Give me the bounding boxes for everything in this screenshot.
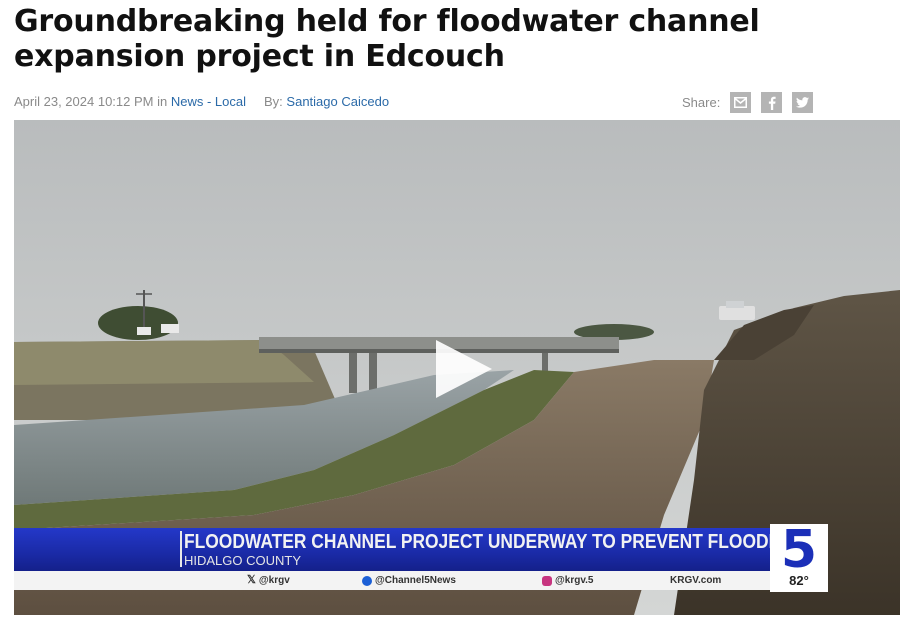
social-instagram-handle: @krgv.5 xyxy=(555,575,594,586)
lower-third-divider xyxy=(180,531,182,567)
author-link[interactable]: Santiago Caicedo xyxy=(286,94,389,109)
social-facebook-handle: @Channel5News xyxy=(375,575,456,586)
category-link[interactable]: News - Local xyxy=(171,94,246,109)
video-player[interactable]: FLOODWATER CHANNEL PROJECT UNDERWAY TO P… xyxy=(14,120,900,615)
article-title: Groundbreaking held for floodwater chann… xyxy=(14,4,760,74)
social-x: 𝕏 @krgv xyxy=(247,573,290,588)
twitter-share-button[interactable] xyxy=(792,92,814,113)
website-text: KRGV.com xyxy=(670,575,722,586)
instagram-icon xyxy=(542,575,552,586)
social-instagram: @krgv.5 xyxy=(542,573,593,588)
article-meta: April 23, 2024 10:12 PM in News - Local B… xyxy=(14,94,389,109)
facebook-icon xyxy=(362,575,372,586)
email-share-button[interactable] xyxy=(730,92,752,113)
twitter-icon xyxy=(796,97,810,108)
publish-date: April 23, 2024 10:12 PM xyxy=(14,94,154,109)
facebook-share-button[interactable] xyxy=(761,92,783,113)
share-label: Share: xyxy=(682,95,721,110)
temperature-readout: 82° xyxy=(770,571,828,590)
play-icon[interactable] xyxy=(434,338,494,400)
lower-third-location: HIDALGO COUNTY xyxy=(184,553,302,568)
social-website: KRGV.com xyxy=(670,573,721,588)
social-x-handle: @krgv xyxy=(258,575,290,586)
facebook-icon xyxy=(768,96,776,110)
share-bar: Share: xyxy=(682,92,814,113)
email-icon xyxy=(734,97,748,108)
x-icon: 𝕏 xyxy=(247,574,256,586)
lower-third-headline: FLOODWATER CHANNEL PROJECT UNDERWAY TO P… xyxy=(184,531,800,553)
in-label: in xyxy=(157,94,168,109)
social-facebook: @Channel5News xyxy=(362,573,456,588)
lower-third-social-bar: 𝕏 @krgv @Channel5News @krgv.5 KRGV.com xyxy=(14,571,826,590)
by-label: By: xyxy=(264,94,283,109)
